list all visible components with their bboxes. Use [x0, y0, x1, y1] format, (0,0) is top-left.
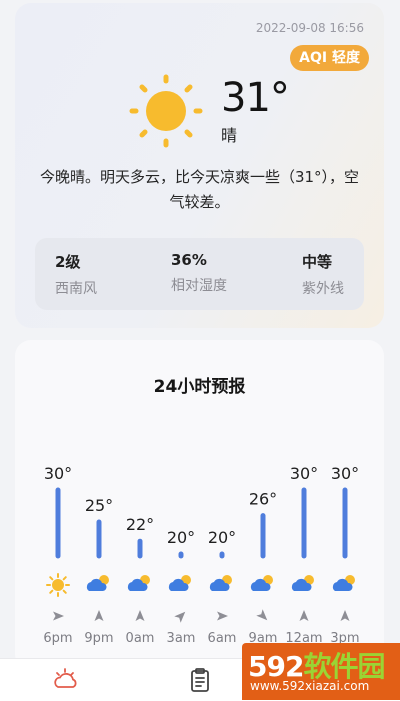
wind-direction-icon [174, 611, 186, 623]
wind-level: 2级 [55, 253, 81, 271]
wind-direction-icon [217, 611, 228, 621]
partly-cloudy-icon [250, 575, 273, 591]
site-watermark: 592软件园 www.592xiazai.com [242, 643, 400, 700]
wind-direction-icon [256, 609, 268, 621]
current-weather-card: 2022-09-08 16:56 AQI 轻度 31° 晴 今晚晴。明天多云，比… [15, 3, 384, 328]
wind-direction-icon [135, 610, 145, 621]
forecast-time-label: 9pm [84, 631, 113, 646]
clipboard-tab-icon[interactable] [187, 667, 213, 693]
current-temperature: 31° [221, 75, 290, 121]
sunny-icon [46, 573, 70, 597]
partly-cloudy-icon [291, 575, 314, 591]
hourly-forecast-card: 24小时预报 30° 6pm 25° 9pm 22° 0am 20° 3am 20° 6am 26°… [15, 340, 384, 670]
wind-direction-icon [94, 610, 104, 621]
partly-cloudy-icon [86, 575, 109, 591]
aqi-badge[interactable]: AQI 轻度 [290, 45, 369, 71]
humidity-value: 36% [171, 251, 207, 269]
watermark-url: www.592xiazai.com [250, 679, 370, 693]
forecast-temp-label: 26° [249, 490, 277, 509]
weather-stats-panel: 2级 西南风 36% 相对湿度 中等 紫外线 [35, 238, 364, 310]
wind-direction-icon [53, 611, 64, 621]
humidity-label: 相对湿度 [171, 278, 227, 294]
forecast-time-label: 6am [208, 631, 237, 646]
wind-direction-icon [299, 610, 309, 621]
stat-wind: 2级 西南风 [55, 251, 97, 298]
forecast-temp-label: 25° [85, 496, 113, 515]
forecast-temp-label: 30° [44, 464, 72, 483]
partly-cloudy-icon [168, 575, 191, 591]
uv-value: 中等 [302, 253, 333, 271]
forecast-time-label: 0am [126, 631, 155, 646]
forecast-temp-label: 20° [167, 528, 195, 547]
hourly-forecast-chart: 30°6pm25°9pm22°0am20°3am20°6am26°9am30°1… [43, 464, 359, 646]
forecast-temp-label: 22° [126, 515, 154, 534]
sun-icon [129, 74, 203, 148]
partly-cloudy-icon [127, 575, 150, 591]
wind-direction: 西南风 [55, 281, 97, 297]
weather-summary: 今晚晴。明天多云，比今天凉爽一些（31°），空气较差。 [39, 168, 360, 211]
weather-condition: 晴 [221, 126, 238, 145]
forecast-temp-label: 30° [331, 464, 359, 483]
update-time: 2022-09-08 16:56 [255, 21, 364, 35]
forecast-time-label: 3am [167, 631, 196, 646]
forecast-temp-label: 20° [208, 528, 236, 547]
partly-cloudy-icon [332, 575, 355, 591]
wind-direction-icon [340, 610, 350, 621]
forecast-temp-label: 30° [290, 464, 318, 483]
uv-label: 紫外线 [302, 281, 344, 297]
stat-uv: 中等 紫外线 [302, 251, 344, 298]
weather-tab-icon[interactable] [53, 667, 79, 693]
stat-humidity: 36% 相对湿度 [171, 251, 227, 295]
partly-cloudy-icon [209, 575, 232, 591]
forecast-time-label: 6pm [43, 631, 72, 646]
